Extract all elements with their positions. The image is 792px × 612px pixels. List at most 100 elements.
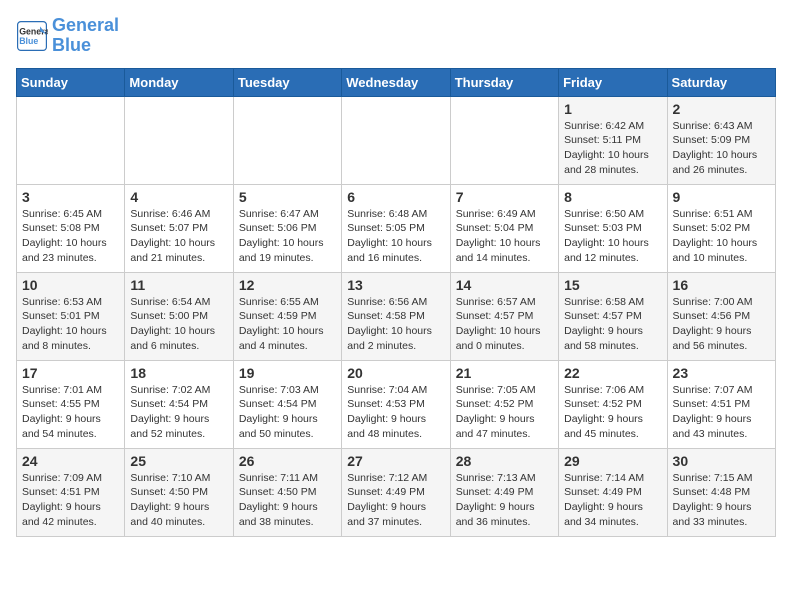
day-number: 21 xyxy=(456,365,553,381)
day-cell: 14 Sunrise: 6:57 AM Sunset: 4:57 PM Dayli… xyxy=(450,272,558,360)
day-cell: 29 Sunrise: 7:14 AM Sunset: 4:49 PM Dayli… xyxy=(559,448,667,536)
day-number: 7 xyxy=(456,189,553,205)
day-cell: 22 Sunrise: 7:06 AM Sunset: 4:52 PM Dayli… xyxy=(559,360,667,448)
day-info: Sunrise: 6:48 AM Sunset: 5:05 PM Dayligh… xyxy=(347,207,444,266)
day-cell: 21Sunrise: 7:05 AM Sunset: 4:52 PM Dayli… xyxy=(450,360,558,448)
day-cell: 28Sunrise: 7:13 AM Sunset: 4:49 PM Dayli… xyxy=(450,448,558,536)
day-cell: 20 Sunrise: 7:04 AM Sunset: 4:53 PM Dayli… xyxy=(342,360,450,448)
day-cell: 24 Sunrise: 7:09 AM Sunset: 4:51 PM Dayli… xyxy=(17,448,125,536)
day-cell: 27 Sunrise: 7:12 AM Sunset: 4:49 PM Dayli… xyxy=(342,448,450,536)
day-cell: 10 Sunrise: 6:53 AM Sunset: 5:01 PM Dayli… xyxy=(17,272,125,360)
day-cell xyxy=(233,96,341,184)
day-info: Sunrise: 7:10 AM Sunset: 4:50 PM Dayligh… xyxy=(130,471,227,530)
col-header-thursday: Thursday xyxy=(450,68,558,96)
day-cell: 5Sunrise: 6:47 AM Sunset: 5:06 PM Daylig… xyxy=(233,184,341,272)
day-number: 17 xyxy=(22,365,119,381)
day-info: Sunrise: 6:49 AM Sunset: 5:04 PM Dayligh… xyxy=(456,207,553,266)
day-number: 15 xyxy=(564,277,661,293)
day-number: 23 xyxy=(673,365,770,381)
day-info: Sunrise: 7:06 AM Sunset: 4:52 PM Dayligh… xyxy=(564,383,661,442)
day-number: 6 xyxy=(347,189,444,205)
day-cell: 8Sunrise: 6:50 AM Sunset: 5:03 PM Daylig… xyxy=(559,184,667,272)
day-number: 9 xyxy=(673,189,770,205)
day-info: Sunrise: 6:57 AM Sunset: 4:57 PM Dayligh… xyxy=(456,295,553,354)
day-number: 10 xyxy=(22,277,119,293)
day-info: Sunrise: 7:13 AM Sunset: 4:49 PM Dayligh… xyxy=(456,471,553,530)
col-header-wednesday: Wednesday xyxy=(342,68,450,96)
day-number: 16 xyxy=(673,277,770,293)
day-cell xyxy=(342,96,450,184)
day-number: 3 xyxy=(22,189,119,205)
day-number: 22 xyxy=(564,365,661,381)
day-info: Sunrise: 6:50 AM Sunset: 5:03 PM Dayligh… xyxy=(564,207,661,266)
day-cell: 9 Sunrise: 6:51 AM Sunset: 5:02 PM Daylig… xyxy=(667,184,775,272)
day-info: Sunrise: 7:01 AM Sunset: 4:55 PM Dayligh… xyxy=(22,383,119,442)
day-number: 1 xyxy=(564,101,661,117)
day-number: 2 xyxy=(673,101,770,117)
day-cell: 12 Sunrise: 6:55 AM Sunset: 4:59 PM Dayli… xyxy=(233,272,341,360)
day-info: Sunrise: 6:51 AM Sunset: 5:02 PM Dayligh… xyxy=(673,207,770,266)
logo-icon: General Blue xyxy=(16,20,48,52)
day-info: Sunrise: 7:12 AM Sunset: 4:49 PM Dayligh… xyxy=(347,471,444,530)
day-info: Sunrise: 7:04 AM Sunset: 4:53 PM Dayligh… xyxy=(347,383,444,442)
day-number: 24 xyxy=(22,453,119,469)
col-header-sunday: Sunday xyxy=(17,68,125,96)
day-info: Sunrise: 7:09 AM Sunset: 4:51 PM Dayligh… xyxy=(22,471,119,530)
day-number: 19 xyxy=(239,365,336,381)
day-number: 12 xyxy=(239,277,336,293)
day-number: 5 xyxy=(239,189,336,205)
day-cell: 4 Sunrise: 6:46 AM Sunset: 5:07 PM Daylig… xyxy=(125,184,233,272)
day-info: Sunrise: 7:00 AM Sunset: 4:56 PM Dayligh… xyxy=(673,295,770,354)
day-number: 29 xyxy=(564,453,661,469)
day-info: Sunrise: 6:56 AM Sunset: 4:58 PM Dayligh… xyxy=(347,295,444,354)
day-info: Sunrise: 6:45 AM Sunset: 5:08 PM Dayligh… xyxy=(22,207,119,266)
day-cell: 23 Sunrise: 7:07 AM Sunset: 4:51 PM Dayli… xyxy=(667,360,775,448)
logo-text: GeneralBlue xyxy=(52,16,119,56)
day-info: Sunrise: 7:03 AM Sunset: 4:54 PM Dayligh… xyxy=(239,383,336,442)
day-number: 27 xyxy=(347,453,444,469)
week-row-1: 1Sunrise: 6:42 AM Sunset: 5:11 PM Daylig… xyxy=(17,96,776,184)
day-cell: 17 Sunrise: 7:01 AM Sunset: 4:55 PM Dayli… xyxy=(17,360,125,448)
day-cell: 11 Sunrise: 6:54 AM Sunset: 5:00 PM Dayli… xyxy=(125,272,233,360)
day-cell: 3 Sunrise: 6:45 AM Sunset: 5:08 PM Daylig… xyxy=(17,184,125,272)
week-row-2: 3 Sunrise: 6:45 AM Sunset: 5:08 PM Daylig… xyxy=(17,184,776,272)
day-info: Sunrise: 7:11 AM Sunset: 4:50 PM Dayligh… xyxy=(239,471,336,530)
day-info: Sunrise: 6:58 AM Sunset: 4:57 PM Dayligh… xyxy=(564,295,661,354)
col-header-tuesday: Tuesday xyxy=(233,68,341,96)
day-number: 18 xyxy=(130,365,227,381)
day-number: 30 xyxy=(673,453,770,469)
day-cell xyxy=(17,96,125,184)
day-number: 14 xyxy=(456,277,553,293)
day-cell: 18Sunrise: 7:02 AM Sunset: 4:54 PM Dayli… xyxy=(125,360,233,448)
day-number: 20 xyxy=(347,365,444,381)
logo: General Blue GeneralBlue xyxy=(16,16,119,56)
day-cell: 15 Sunrise: 6:58 AM Sunset: 4:57 PM Dayli… xyxy=(559,272,667,360)
day-number: 4 xyxy=(130,189,227,205)
day-number: 25 xyxy=(130,453,227,469)
col-header-monday: Monday xyxy=(125,68,233,96)
day-info: Sunrise: 6:46 AM Sunset: 5:07 PM Dayligh… xyxy=(130,207,227,266)
day-info: Sunrise: 6:43 AM Sunset: 5:09 PM Dayligh… xyxy=(673,119,770,178)
day-cell: 6 Sunrise: 6:48 AM Sunset: 5:05 PM Daylig… xyxy=(342,184,450,272)
day-number: 26 xyxy=(239,453,336,469)
day-cell: 13Sunrise: 6:56 AM Sunset: 4:58 PM Dayli… xyxy=(342,272,450,360)
col-header-friday: Friday xyxy=(559,68,667,96)
day-cell: 30Sunrise: 7:15 AM Sunset: 4:48 PM Dayli… xyxy=(667,448,775,536)
week-row-3: 10 Sunrise: 6:53 AM Sunset: 5:01 PM Dayli… xyxy=(17,272,776,360)
day-number: 11 xyxy=(130,277,227,293)
day-info: Sunrise: 6:55 AM Sunset: 4:59 PM Dayligh… xyxy=(239,295,336,354)
day-cell: 16 Sunrise: 7:00 AM Sunset: 4:56 PM Dayli… xyxy=(667,272,775,360)
day-cell: 2 Sunrise: 6:43 AM Sunset: 5:09 PM Daylig… xyxy=(667,96,775,184)
day-info: Sunrise: 7:07 AM Sunset: 4:51 PM Dayligh… xyxy=(673,383,770,442)
day-info: Sunrise: 7:14 AM Sunset: 4:49 PM Dayligh… xyxy=(564,471,661,530)
calendar-table: SundayMondayTuesdayWednesdayThursdayFrid… xyxy=(16,68,776,537)
day-cell: 19 Sunrise: 7:03 AM Sunset: 4:54 PM Dayli… xyxy=(233,360,341,448)
day-cell xyxy=(450,96,558,184)
day-info: Sunrise: 6:53 AM Sunset: 5:01 PM Dayligh… xyxy=(22,295,119,354)
day-cell: 1Sunrise: 6:42 AM Sunset: 5:11 PM Daylig… xyxy=(559,96,667,184)
day-info: Sunrise: 6:54 AM Sunset: 5:00 PM Dayligh… xyxy=(130,295,227,354)
day-cell: 7 Sunrise: 6:49 AM Sunset: 5:04 PM Daylig… xyxy=(450,184,558,272)
week-row-4: 17 Sunrise: 7:01 AM Sunset: 4:55 PM Dayli… xyxy=(17,360,776,448)
week-row-5: 24 Sunrise: 7:09 AM Sunset: 4:51 PM Dayli… xyxy=(17,448,776,536)
col-header-saturday: Saturday xyxy=(667,68,775,96)
